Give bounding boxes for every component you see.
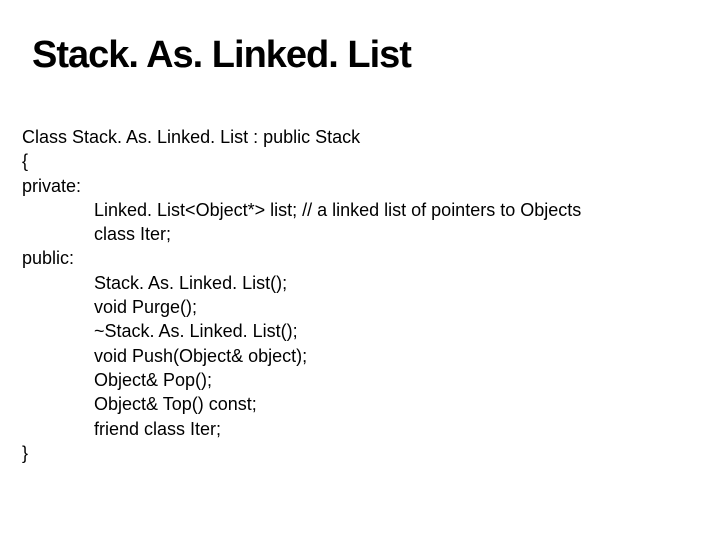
code-line: class Iter;	[22, 222, 698, 246]
code-line: ~Stack. As. Linked. List();	[22, 319, 698, 343]
code-line: private:	[22, 174, 698, 198]
code-line: {	[22, 149, 698, 173]
code-line: void Purge();	[22, 295, 698, 319]
code-line: public:	[22, 246, 698, 270]
code-line: Object& Top() const;	[22, 392, 698, 416]
code-line: Stack. As. Linked. List();	[22, 271, 698, 295]
code-line: Linked. List<Object*> list; // a linked …	[22, 198, 698, 222]
code-line: }	[22, 441, 698, 465]
code-line: Object& Pop();	[22, 368, 698, 392]
code-block: Class Stack. As. Linked. List : public S…	[22, 125, 698, 465]
slide-title: Stack. As. Linked. List	[22, 34, 698, 77]
code-line: void Push(Object& object);	[22, 344, 698, 368]
code-line: Class Stack. As. Linked. List : public S…	[22, 125, 698, 149]
code-line: friend class Iter;	[22, 417, 698, 441]
